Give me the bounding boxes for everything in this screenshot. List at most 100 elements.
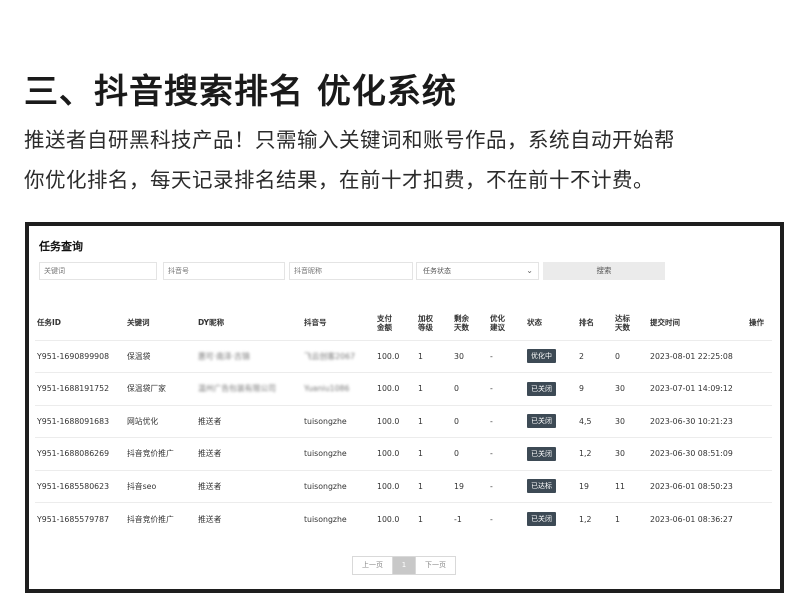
prev-page-button[interactable]: 上一页 [353, 557, 393, 574]
days-left-cell: -1 [452, 502, 488, 535]
rank-cell[interactable]: 1,2 [577, 437, 613, 470]
column-header: 剩余天数 [454, 313, 469, 332]
rank-cell[interactable]: 1,2 [577, 502, 613, 535]
table-row[interactable]: Y951-1688086269 抖音竞价推广 推送者 tuisongzhe 10… [35, 437, 772, 470]
days-met-cell: 30 [613, 404, 648, 438]
status-badge: 优化中 [527, 349, 556, 364]
panel-title: 任务查询 [39, 240, 83, 253]
action-cell[interactable] [747, 469, 772, 503]
task-table: 任务ID 关键词 DY昵称 抖音号 支付金额 加权等级 剩余天数 优化建议 状态… [35, 306, 772, 535]
days-met-cell: 1 [613, 502, 648, 535]
status-badge: 已关闭 [527, 414, 556, 429]
weight-cell: 1 [416, 339, 452, 373]
column-header: 达标天数 [615, 313, 630, 332]
keyword-cell: 保温袋厂家 [125, 372, 196, 405]
search-button[interactable]: 搜索 [543, 262, 665, 280]
keyword-input[interactable] [39, 262, 157, 280]
pagination: 上一页 1 下一页 [352, 556, 456, 575]
days-met-cell: 30 [613, 437, 648, 470]
status-cell: 已关闭 [525, 502, 577, 535]
task-query-panel: 任务查询 任务状态 ⌄ 搜索 任务ID 关键词 DY昵称 抖音号 支付金额 加权… [25, 222, 784, 593]
keyword-cell: 保温袋 [125, 339, 196, 373]
days-met-cell: 30 [613, 372, 648, 405]
nickname-cell: 惠可·南泽·古锦 [196, 339, 302, 373]
submitted-cell: 2023-08-01 22:25:08 [648, 339, 747, 373]
douyin-id-cell: 飞云创客2067 [302, 339, 375, 373]
status-cell: 已关闭 [525, 437, 577, 470]
weight-cell: 1 [416, 372, 452, 405]
task-id: Y951-1688191752 [35, 372, 125, 405]
rank-cell[interactable]: 2 [577, 339, 613, 373]
keyword-cell: 抖音竞价推广 [125, 437, 196, 470]
advice-cell: - [488, 404, 525, 438]
nickname-cell: 推送者 [196, 437, 302, 470]
days-left-cell: 0 [452, 437, 488, 470]
submitted-cell: 2023-06-01 08:50:23 [648, 469, 747, 503]
douyin-id-cell: tuisongzhe [302, 437, 375, 470]
amount-cell: 100.0 [375, 404, 416, 438]
douyin-id-cell: tuisongzhe [302, 404, 375, 438]
action-cell[interactable] [747, 502, 772, 535]
column-header: 任务ID [37, 318, 62, 328]
task-id: Y951-1688091683 [35, 404, 125, 438]
current-page-button[interactable]: 1 [393, 557, 415, 574]
rank-cell[interactable]: 19 [577, 469, 613, 503]
amount-cell: 100.0 [375, 339, 416, 373]
status-cell: 已达标 [525, 469, 577, 503]
action-cell[interactable] [747, 437, 772, 470]
nickname-input[interactable] [289, 262, 413, 280]
table-row[interactable]: Y951-1688091683 网站优化 推送者 tuisongzhe 100.… [35, 404, 772, 438]
column-header: 关键词 [127, 318, 150, 328]
nickname-cell: 温州广告包装有限公司 [196, 372, 302, 405]
task-id: Y951-1685579787 [35, 502, 125, 535]
next-page-button[interactable]: 下一页 [415, 557, 455, 574]
status-badge: 已关闭 [527, 381, 556, 396]
column-header: 提交时间 [650, 318, 680, 328]
action-cell[interactable] [747, 404, 772, 438]
rank-cell[interactable]: 9 [577, 372, 613, 405]
action-cell[interactable] [747, 372, 772, 405]
table-row[interactable]: Y951-1685579787 抖音竞价推广 推送者 tuisongzhe 10… [35, 502, 772, 535]
status-select-value: 任务状态 [423, 267, 451, 275]
intro-text: 推送者自研黑科技产品！只需输入关键词和账号作品，系统自动开始帮 你优化排名，每天… [24, 120, 784, 200]
douyin-id-cell: tuisongzhe [302, 502, 375, 535]
weight-cell: 1 [416, 404, 452, 438]
column-header: 排名 [579, 318, 594, 328]
table-row[interactable]: Y951-1690899908 保温袋 惠可·南泽·古锦 飞云创客2067 10… [35, 339, 772, 373]
status-cell: 已关闭 [525, 404, 577, 438]
status-select[interactable]: 任务状态 ⌄ [416, 262, 539, 280]
column-header: 优化建议 [490, 313, 505, 332]
status-badge: 已达标 [527, 479, 556, 494]
nickname-cell: 推送者 [196, 502, 302, 535]
weight-cell: 1 [416, 437, 452, 470]
column-header: 加权等级 [418, 313, 433, 332]
chevron-down-icon: ⌄ [526, 266, 533, 275]
days-met-cell: 11 [613, 469, 648, 503]
submitted-cell: 2023-07-01 14:09:12 [648, 372, 747, 405]
days-left-cell: 0 [452, 372, 488, 405]
douyin-id-cell: tuisongzhe [302, 469, 375, 503]
page-headline: 三、抖音搜索排名 优化系统 [24, 72, 457, 112]
amount-cell: 100.0 [375, 469, 416, 503]
submitted-cell: 2023-06-01 08:36:27 [648, 502, 747, 535]
status-badge: 已关闭 [527, 446, 556, 461]
rank-cell[interactable]: 4,5 [577, 404, 613, 438]
amount-cell: 100.0 [375, 502, 416, 535]
advice-cell: - [488, 339, 525, 373]
nickname-cell: 推送者 [196, 469, 302, 503]
column-header: 状态 [527, 318, 542, 328]
advice-cell: - [488, 437, 525, 470]
action-cell[interactable] [747, 339, 772, 373]
column-header: 操作 [749, 318, 764, 328]
days-left-cell: 0 [452, 404, 488, 438]
table-row[interactable]: Y951-1688191752 保温袋厂家 温州广告包装有限公司 Yuaniu1… [35, 372, 772, 405]
advice-cell: - [488, 502, 525, 535]
submitted-cell: 2023-06-30 08:51:09 [648, 437, 747, 470]
task-id: Y951-1690899908 [35, 339, 125, 373]
douyin-id-input[interactable] [163, 262, 285, 280]
keyword-cell: 抖音seo [125, 469, 196, 503]
nickname-cell: 推送者 [196, 404, 302, 438]
task-id: Y951-1688086269 [35, 437, 125, 470]
table-row[interactable]: Y951-1685580623 抖音seo 推送者 tuisongzhe 100… [35, 469, 772, 503]
days-left-cell: 30 [452, 339, 488, 373]
